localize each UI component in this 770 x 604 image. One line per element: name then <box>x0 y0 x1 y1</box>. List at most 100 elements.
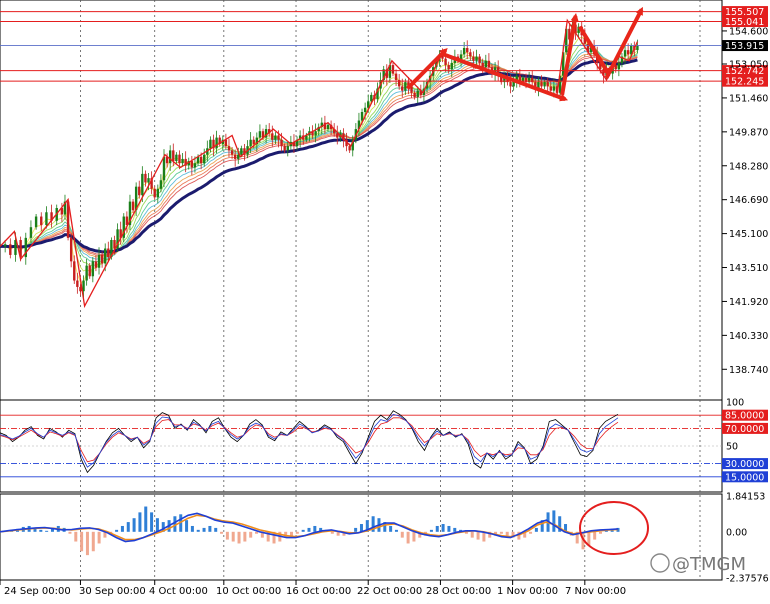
x-tick-label: 10 Oct 00:00 <box>216 586 281 597</box>
candle-body <box>9 244 12 255</box>
histogram-bar <box>389 525 393 532</box>
candle-body <box>85 265 88 281</box>
candle-body <box>258 131 262 138</box>
histogram-bar <box>534 527 538 532</box>
histogram-bar <box>499 531 503 534</box>
candle-body <box>215 137 218 149</box>
candle-body <box>472 56 475 61</box>
candle-body <box>82 280 85 292</box>
histogram-bar <box>138 512 142 532</box>
histogram-y-tick-label: 0.00 <box>726 527 747 538</box>
candle-body <box>94 261 98 268</box>
x-tick-label: 7 Nov 00:00 <box>565 586 626 597</box>
candle-body <box>172 150 175 162</box>
candle-body <box>230 150 234 155</box>
histogram-bar <box>85 531 89 556</box>
candle-body <box>181 158 184 164</box>
histogram-bar <box>202 527 206 532</box>
candle-body <box>283 146 286 151</box>
candle-body <box>623 50 627 57</box>
candle-body <box>175 154 178 162</box>
histogram-bar <box>196 529 200 532</box>
y-tick-label: 143.510 <box>729 263 768 274</box>
candle-body <box>156 188 160 198</box>
current-price-label: 153.915 <box>725 41 764 52</box>
candle-body <box>193 163 197 168</box>
candle-body <box>203 154 206 164</box>
trading-chart: 155.507155.041152.742152.245153.915 85.0… <box>0 0 770 600</box>
y-tick-label: 138.740 <box>729 365 768 376</box>
histogram-bar <box>476 531 480 540</box>
histogram-bar <box>126 522 130 532</box>
candle-body <box>478 56 481 63</box>
candle-body <box>190 161 194 168</box>
histogram-bar <box>237 531 241 544</box>
histogram-bar <box>593 531 597 540</box>
candle-body <box>509 82 512 87</box>
candle-body <box>147 178 150 183</box>
candle-body <box>69 237 73 262</box>
candle-body <box>286 146 289 151</box>
candle-body <box>178 154 181 164</box>
x-tick-label: 16 Oct 00:00 <box>286 586 351 597</box>
candle-body <box>76 280 79 287</box>
candle-body <box>413 92 416 98</box>
candle-body <box>199 156 203 164</box>
candle-body <box>394 73 398 80</box>
candle-body <box>274 135 277 140</box>
candle-body <box>549 86 552 91</box>
candle-body <box>252 139 255 144</box>
candle-body <box>209 139 212 149</box>
candle-body <box>34 216 38 228</box>
candle-body <box>543 82 546 87</box>
candle-body <box>249 139 252 147</box>
candle-body <box>444 58 447 66</box>
histogram-bar <box>552 510 556 532</box>
histogram-bar <box>394 529 398 532</box>
y-tick-label: 145.100 <box>729 229 768 240</box>
candle-body <box>227 146 231 151</box>
candle-body <box>144 173 147 183</box>
histogram-bar <box>470 531 474 538</box>
histogram-bar <box>330 531 334 534</box>
y-tick-label: 141.920 <box>729 297 768 308</box>
price-level-label: 152.245 <box>725 77 764 88</box>
oscillator-level-label: 85.0000 <box>725 411 764 422</box>
candle-body <box>401 86 404 91</box>
histogram-bar <box>529 531 533 534</box>
candle-body <box>391 65 395 74</box>
histogram-bar <box>97 531 101 544</box>
x-tick-label: 30 Sep 00:00 <box>79 586 146 597</box>
y-tick-label: 151.460 <box>729 93 768 104</box>
candle-body <box>469 52 472 57</box>
y-tick-label: 148.280 <box>729 161 768 172</box>
y-tick-label: 146.690 <box>729 195 768 206</box>
chart-background <box>0 0 770 600</box>
candle-body <box>617 62 621 70</box>
histogram-bar <box>132 518 136 532</box>
histogram-bar <box>243 531 247 542</box>
histogram-bar <box>214 527 218 532</box>
candle-body <box>626 50 630 55</box>
x-tick-label: 28 Oct 00:00 <box>426 586 491 597</box>
histogram-bar <box>435 525 439 532</box>
histogram-bar <box>231 531 235 542</box>
candle-body <box>3 244 7 247</box>
candle-body <box>475 56 478 61</box>
candle-body <box>104 248 107 264</box>
candle-body <box>168 150 172 164</box>
y-tick-label: 153.050 <box>729 60 768 71</box>
x-tick-label: 22 Oct 00:00 <box>357 586 422 597</box>
histogram-y-tick-label: -2.37576 <box>726 574 769 585</box>
candle-body <box>224 139 228 147</box>
x-tick-label: 24 Sep 00:00 <box>4 586 71 597</box>
histogram-bar <box>68 531 72 534</box>
candle-body <box>88 265 91 277</box>
histogram-bar <box>45 530 49 532</box>
oscillator-level-label: 30.0000 <box>725 459 764 470</box>
histogram-bar <box>249 531 253 538</box>
candle-body <box>73 261 76 281</box>
histogram-bar <box>115 529 119 532</box>
candle-body <box>462 48 466 55</box>
histogram-bar <box>453 527 457 532</box>
